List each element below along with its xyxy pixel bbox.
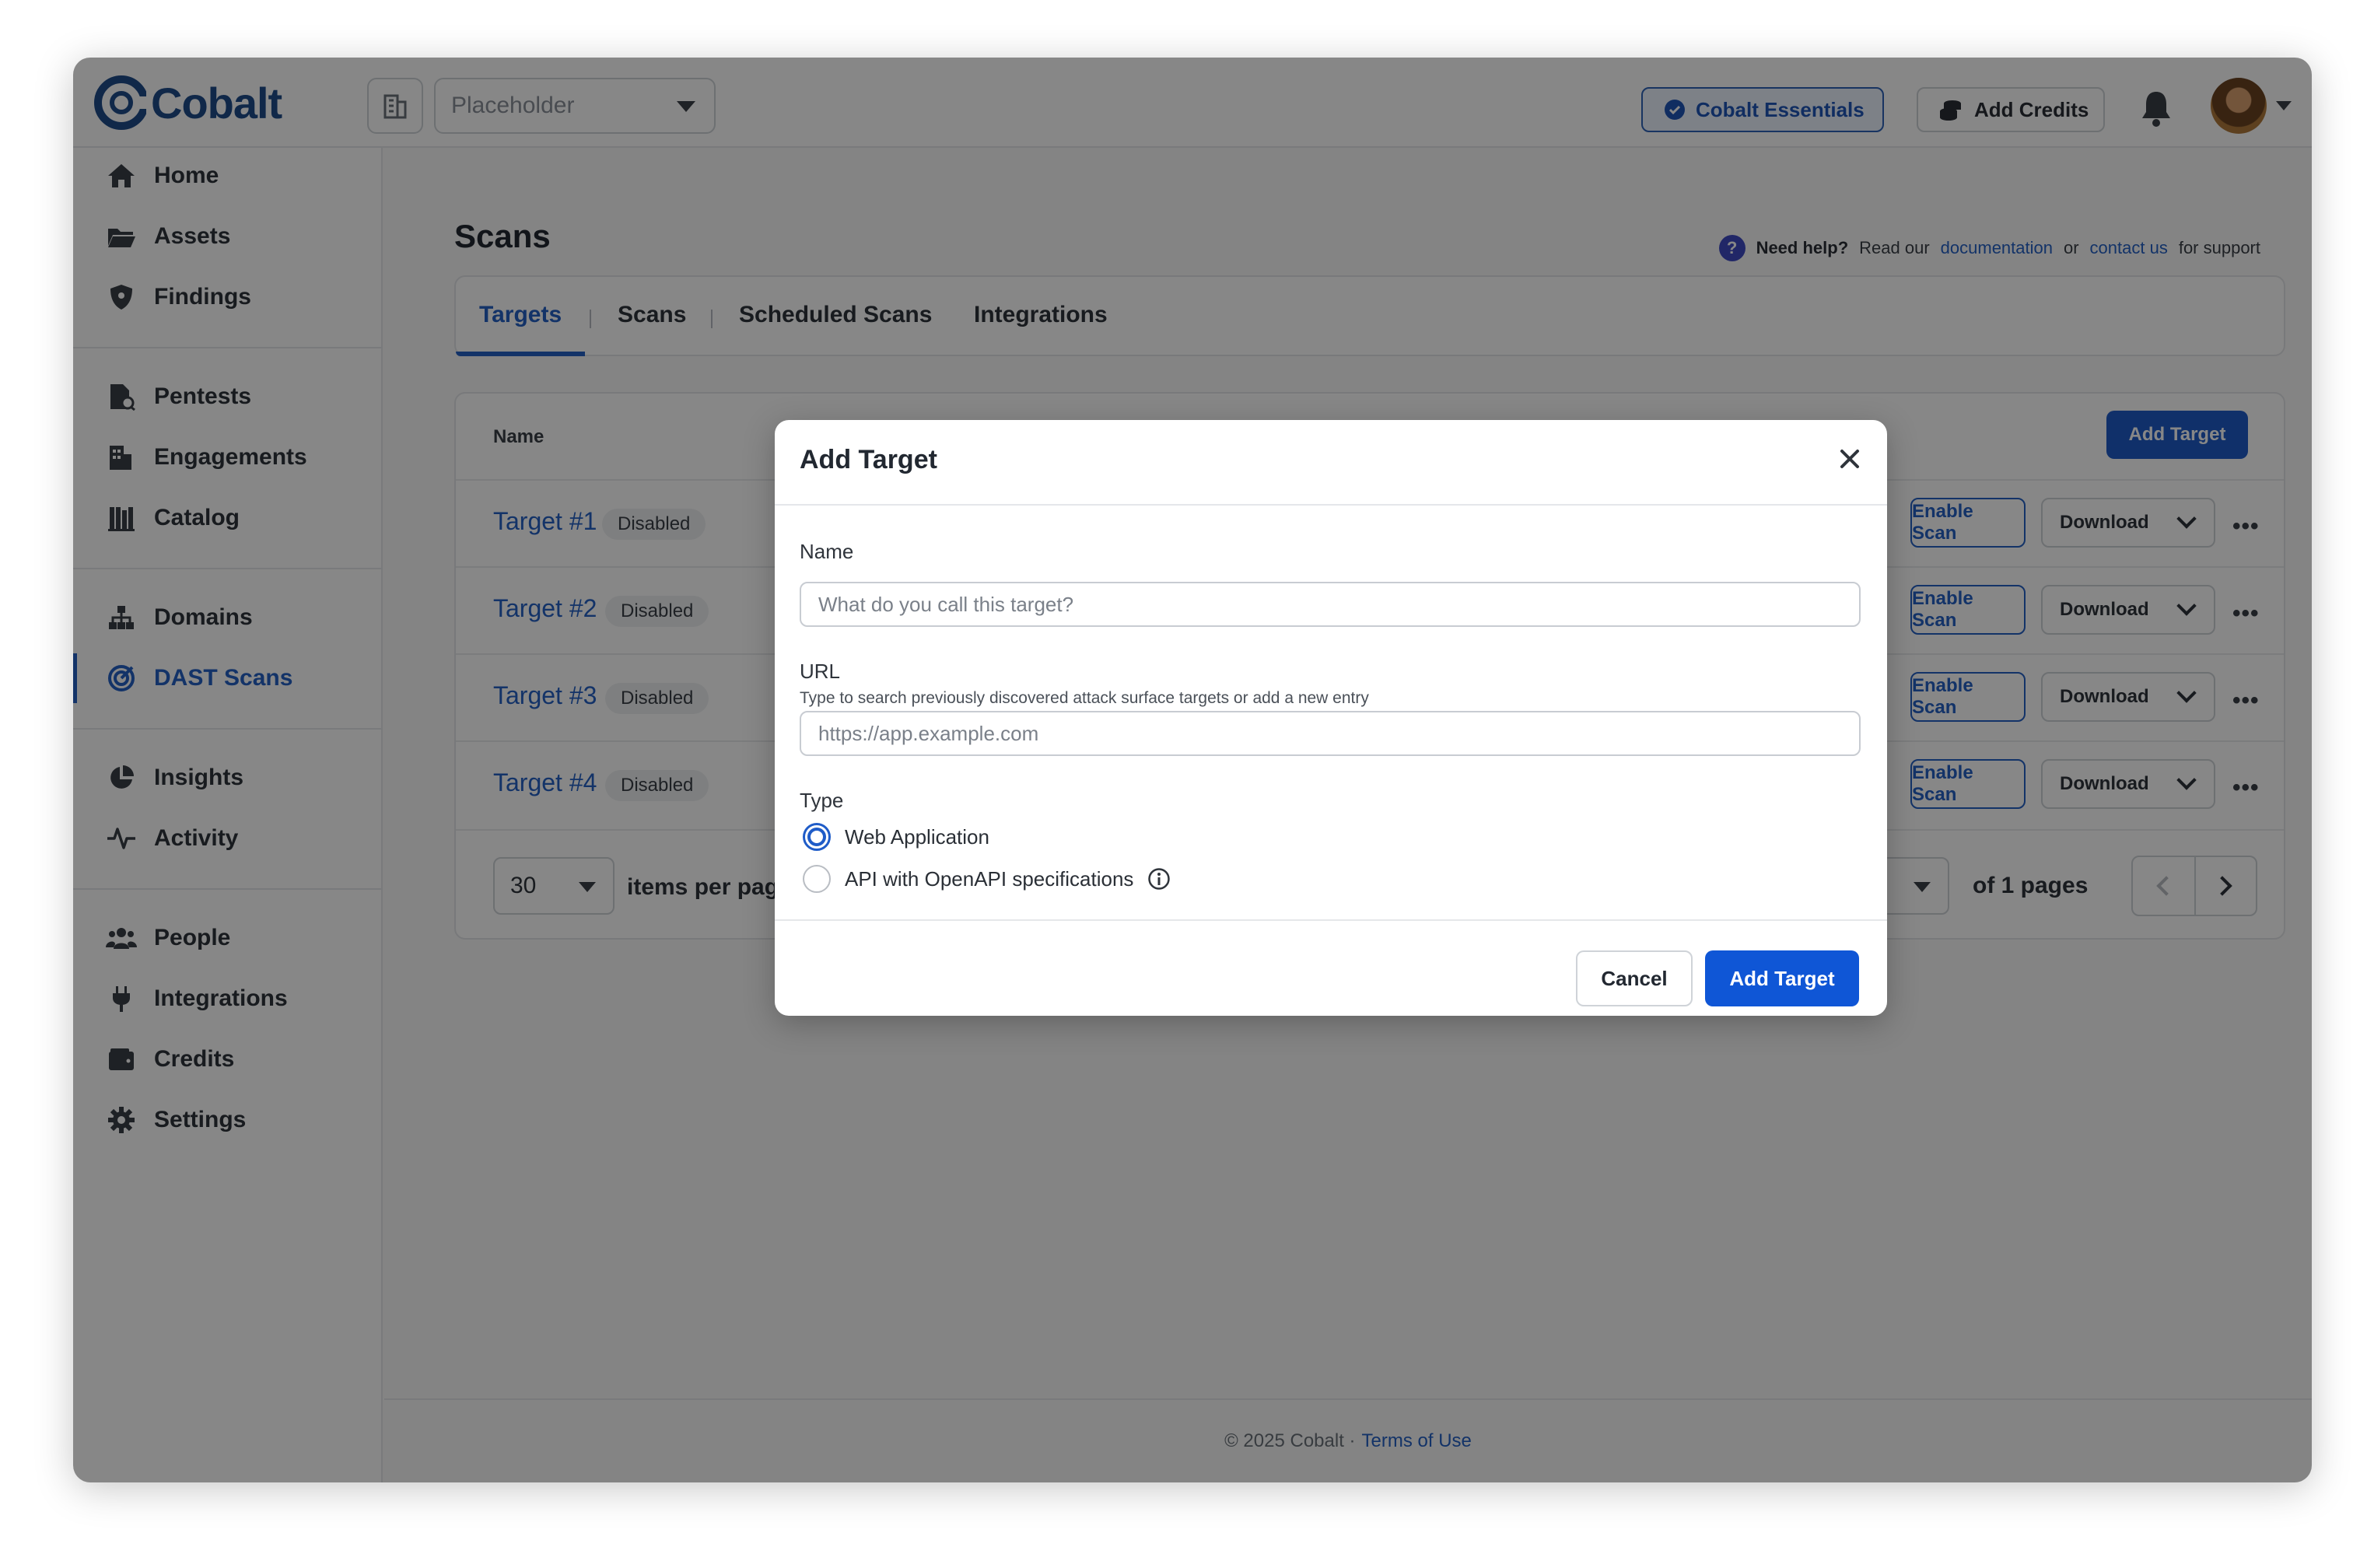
add-target-dialog: Add Target Name URL Type to search previ… [775,420,1887,1016]
add-target-submit-button[interactable]: Add Target [1705,950,1859,1006]
radio-unselected[interactable] [803,865,831,893]
dialog-footer: Cancel Add Target [775,919,1887,1016]
close-icon[interactable] [1834,443,1865,474]
radio-selected[interactable] [803,823,831,851]
target-name-input[interactable] [800,582,1861,627]
app-window: Cobalt Placeholder Cobalt Essentials Add… [73,58,2312,1482]
url-help-text: Type to search previously discovered att… [800,689,1369,707]
type-option-web-application[interactable]: Web Application [803,823,989,851]
dialog-title: Add Target [800,445,937,474]
dialog-header: Add Target [775,420,1887,506]
type-option-label: Web Application [845,824,989,849]
target-url-input[interactable] [800,711,1861,756]
url-field-label: URL [800,660,841,683]
type-field-label: Type [800,789,844,812]
cancel-button[interactable]: Cancel [1576,950,1693,1006]
type-option-api[interactable]: API with OpenAPI specifications [803,865,1171,893]
type-option-label: API with OpenAPI specifications [845,866,1134,891]
name-field-label: Name [800,540,854,563]
info-icon[interactable] [1147,867,1171,891]
